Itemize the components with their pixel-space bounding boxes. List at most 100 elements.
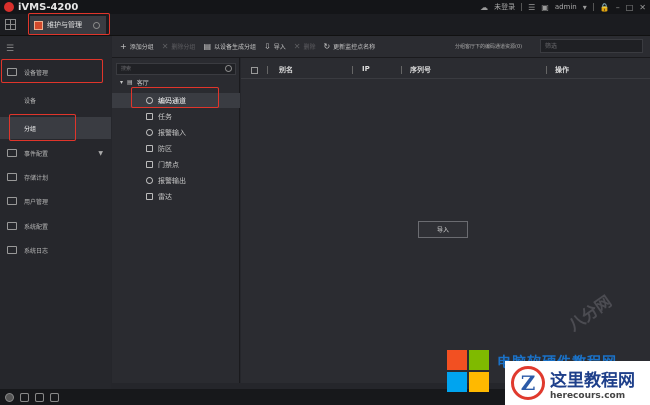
create-by-device-label: 以设备生成分组 [214,44,257,51]
update-name-button[interactable]: ↻ 更新监控点名称 [323,42,375,51]
radar-icon [146,193,153,200]
user-menu[interactable]: admin [555,3,577,11]
sidebar-item-label: 设备管理 [24,69,49,77]
search-placeholder: 搜索 [121,66,132,72]
maintenance-icon [34,20,43,30]
tree-item-alarm-output[interactable]: 报警输出 [112,173,240,188]
divider [521,3,523,11]
tree-item-alarm-input[interactable]: 报警输入 [112,125,240,140]
brand-url: herecours.com [550,390,626,401]
plus-icon: + [120,42,127,51]
tree-item-label: 门禁点 [158,160,179,169]
screen-icon[interactable] [35,392,44,402]
tab-label: 维护与管理 [47,21,82,29]
delete-label: 删除 [303,44,316,51]
alarm-output-icon [146,177,153,184]
search-icon[interactable] [225,65,232,72]
app-title: iVMS-4200 [18,1,79,13]
add-group-button[interactable]: + 添加分组 [120,42,154,51]
sidebar-item-label: 存储计划 [24,174,49,182]
brand-name: 这里教程网 [550,370,635,391]
folder-icon: ▤ [127,79,133,86]
app-window: iVMS-4200 ☁ 未登录 ☰ ▣ admin ▾ 🔒 – □ ✕ 维护与管… [0,0,650,405]
menu-toggle-icon[interactable]: ☰ [6,44,14,54]
device-icon: ▤ [203,42,211,51]
divider [267,66,268,74]
tree-item-task[interactable]: 任务 [112,109,240,124]
sidebar-item-group[interactable]: 分组 [0,117,111,139]
refresh-icon: ↻ [323,42,331,51]
delete-group-label: 删除分组 [171,44,196,51]
tab-maintenance[interactable]: 维护与管理 [30,16,106,34]
tab-bar: 维护与管理 [0,14,650,36]
sidebar-item-system-log[interactable]: 系统日志 [0,239,111,261]
tree-item-door[interactable]: 门禁点 [112,157,240,172]
column-header-serial[interactable]: 序列号 [410,65,431,75]
delete-group-button[interactable]: ✕ 删除分组 [162,42,196,51]
sidebar-item-device-manage[interactable]: 设备管理 [0,61,111,83]
select-all-checkbox[interactable] [251,66,258,74]
delete-button[interactable]: ✕ 删除 [294,42,316,51]
app-logo-icon [4,2,14,12]
sidebar-item-label: 系统配置 [24,223,49,231]
create-group-by-device-button[interactable]: ▤ 以设备生成分组 [203,42,256,51]
chevron-down-icon[interactable]: ▾ [583,3,587,12]
caret-down-icon[interactable]: ▾ [120,79,123,86]
lock-icon[interactable]: 🔒 [600,3,610,12]
tree-item-encoding-channel[interactable]: 编码通道 [112,93,240,108]
column-header-ip[interactable]: IP [362,65,370,73]
sidebar-item-system-config[interactable]: 系统配置 [0,215,111,237]
log-icon [7,246,17,254]
gear-icon [7,222,17,230]
group-tree-panel: 搜索 ▾ ▤ 客厅 编码通道 任务 报警输入 防区 门禁点 报警输出 雷达 [112,58,240,383]
filter-input[interactable] [540,39,643,53]
warning-icon[interactable] [5,392,14,402]
list-icon[interactable]: ☰ [528,3,535,12]
tree-root-node[interactable]: ▾ ▤ 客厅 [120,78,149,87]
minimize-icon[interactable]: – [616,3,620,12]
close-icon[interactable]: ✕ [639,3,646,12]
column-header-alias[interactable]: 别名 [279,65,293,75]
tree-item-radar[interactable]: 雷达 [112,189,240,204]
tree-item-label: 报警输入 [158,128,186,137]
tree-item-zone[interactable]: 防区 [112,141,240,156]
alarm-input-icon [146,129,153,136]
logo-tile [447,372,467,392]
sidebar-item-event-config[interactable]: 事件配置 ▼ [0,142,111,164]
camera-icon [146,97,153,104]
title-bar: iVMS-4200 ☁ 未登录 ☰ ▣ admin ▾ 🔒 – □ ✕ [0,0,650,14]
login-status[interactable]: 未登录 [494,2,515,12]
trash-icon[interactable] [20,392,29,402]
image-icon[interactable]: ▣ [541,3,549,12]
tree-root-label: 客厅 [136,80,149,87]
sidebar-item-users[interactable]: 用户管理 [0,190,111,212]
tree-search-input[interactable]: 搜索 [116,63,236,75]
sidebar-item-device[interactable]: 设备 [0,89,111,111]
tree-item-label: 任务 [158,112,172,121]
event-config-icon [7,149,17,157]
tree-item-label: 编码通道 [158,96,186,105]
toolbar: + 添加分组 ✕ 删除分组 ▤ 以设备生成分组 ⇩ 导入 ✕ 删除 ↻ 更新监控… [112,36,650,58]
sidebar-item-storage[interactable]: 存储计划 [0,166,111,188]
resource-count-label: 分组客厅下的编码通道资源(0) [455,44,523,50]
divider [352,66,353,74]
grid-import-button[interactable]: 导入 [418,221,468,238]
maximize-icon[interactable]: □ [626,3,634,12]
cloud-icon[interactable]: ☁ [480,3,488,12]
task-icon [146,113,153,120]
storage-icon [7,173,17,181]
update-name-label: 更新监控点名称 [333,44,376,51]
divider [592,3,594,11]
brand-logo-icon: Z [511,366,545,400]
speaker-icon[interactable] [50,392,59,402]
column-header-action[interactable]: 操作 [555,65,569,75]
home-grid-icon[interactable] [5,19,16,30]
grid-header: 别名 IP 序列号 操作 [241,63,650,77]
import-label: 导入 [273,44,286,51]
close-icon: ✕ [293,42,301,51]
sidebar-item-label: 用户管理 [24,198,49,206]
tab-close-icon[interactable] [93,21,100,29]
import-button[interactable]: ⇩ 导入 [264,42,286,51]
door-icon [146,161,153,168]
divider [546,66,547,74]
